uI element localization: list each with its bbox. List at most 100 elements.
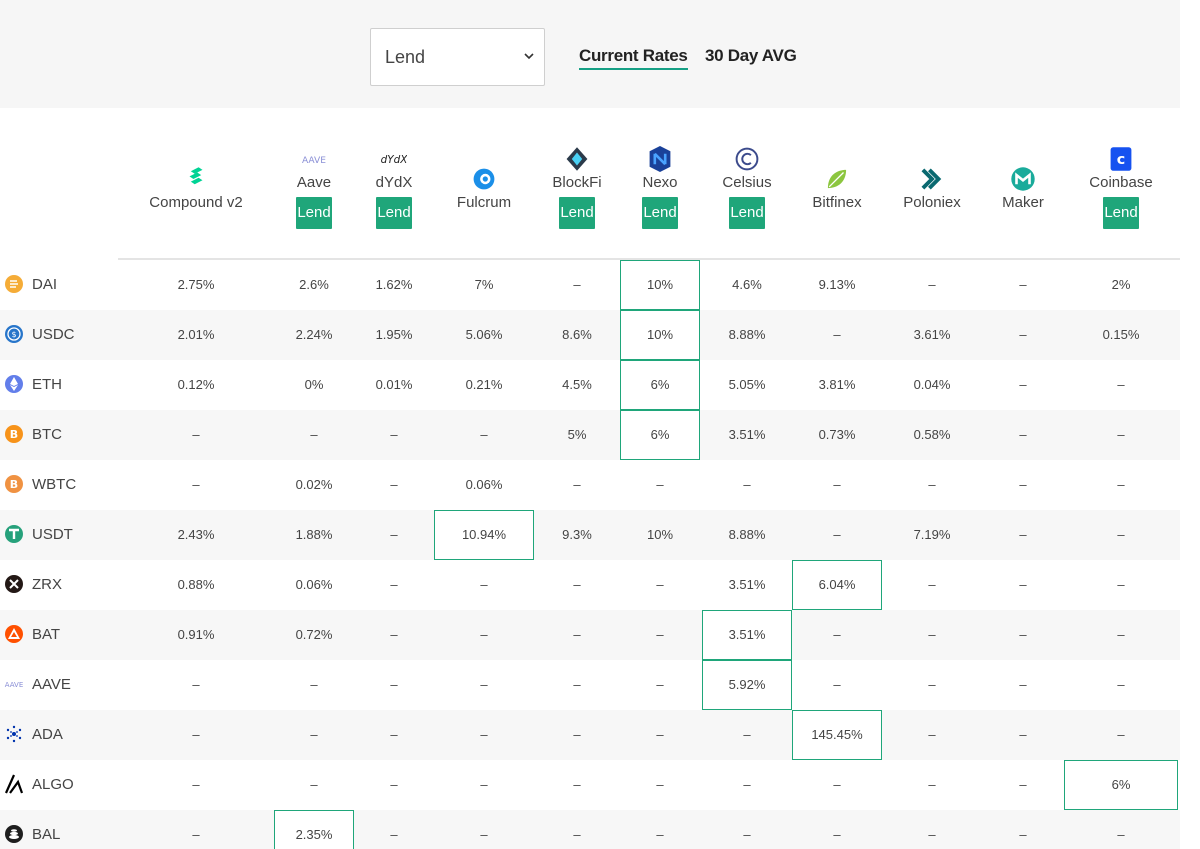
provider-coinbase: c Coinbase Lend: [1061, 144, 1181, 229]
coinbase-icon: c: [1110, 147, 1132, 171]
rate-cell: 5.06%: [465, 327, 503, 342]
ada-icon: [6, 725, 22, 743]
rate-cell: –: [1019, 377, 1027, 392]
tab-current-rates[interactable]: Current Rates: [579, 46, 688, 70]
rate-cell: 9.13%: [818, 277, 856, 292]
rate-cell: 0.15%: [1102, 327, 1140, 342]
rate-cell: –: [1117, 477, 1125, 492]
rate-cell: –: [192, 677, 200, 692]
table-row: BAT 0.91% 0.72% – – – – 3.51% – – – –: [0, 610, 1180, 660]
rate-cell: –: [833, 827, 841, 842]
rate-cell: –: [390, 727, 398, 742]
rate-cell: –: [928, 827, 936, 842]
lend-button[interactable]: Lend: [296, 197, 332, 229]
lend-button[interactable]: Lend: [642, 197, 678, 229]
rate-cell: 4.5%: [562, 377, 592, 392]
best-rate-cell: 10%: [620, 310, 700, 360]
rate-cell: 2.75%: [177, 277, 215, 292]
best-rate-cell: 6%: [620, 360, 700, 410]
rate-cell: –: [1117, 377, 1125, 392]
provider-name: Coinbase: [1089, 174, 1153, 191]
rate-cell: –: [1019, 727, 1027, 742]
svg-text:AAVE: AAVE: [302, 156, 326, 166]
tab-30-day-avg[interactable]: 30 Day AVG: [705, 46, 797, 66]
lend-button[interactable]: Lend: [559, 197, 595, 229]
rate-cell: –: [928, 677, 936, 692]
rate-cell: 0.58%: [913, 427, 951, 442]
table-row: ADA – – – – – – – 145.45% – – –: [0, 710, 1180, 760]
rate-cell: 9.3%: [562, 527, 592, 542]
btc-icon: B: [5, 425, 23, 443]
lend-button[interactable]: Lend: [1103, 197, 1139, 229]
bal-icon: [4, 824, 24, 844]
rate-cell: –: [310, 427, 318, 442]
best-rate-cell: 10%: [620, 260, 700, 310]
rate-cell: –: [192, 427, 200, 442]
rate-cell: –: [1019, 577, 1027, 592]
rate-cell: –: [1117, 527, 1125, 542]
rate-cell: –: [833, 777, 841, 792]
svg-text:$: $: [11, 330, 16, 339]
wbtc-icon: B: [4, 474, 24, 494]
best-rate-cell: 2.35%: [274, 810, 354, 849]
table-row: ZRX 0.88% 0.06% – – – – 3.51% 6.04% – – –: [0, 560, 1180, 610]
rate-cell: –: [480, 627, 488, 642]
rate-cell: –: [928, 277, 936, 292]
rate-cell: –: [573, 577, 581, 592]
rate-cell: –: [390, 577, 398, 592]
best-rate-cell: 6%: [620, 410, 700, 460]
rate-cell: –: [1019, 427, 1027, 442]
asset-name: AAVE: [32, 676, 71, 693]
rate-cell: 1.62%: [375, 277, 413, 292]
best-rate-cell: 6%: [1064, 760, 1178, 810]
algo-icon: [4, 774, 24, 794]
asset-name: ADA: [32, 726, 63, 743]
table-row: $ USDC 2.01% 2.24% 1.95% 5.06% 8.6% 10% 8.88% – 3.…: [0, 310, 1180, 360]
rate-cell: –: [573, 827, 581, 842]
lend-button[interactable]: Lend: [376, 197, 412, 229]
svg-text:AAVE: AAVE: [5, 681, 24, 689]
rate-cell: –: [928, 777, 936, 792]
rate-cell: 0%: [304, 377, 324, 392]
rate-cell: –: [480, 727, 488, 742]
rate-cell: –: [192, 477, 200, 492]
rate-cell: –: [390, 527, 398, 542]
rate-cell: –: [656, 777, 664, 792]
aave-icon: AAVE: [302, 156, 326, 166]
blockfi-icon: [566, 147, 588, 171]
rate-cell: –: [192, 727, 200, 742]
mode-select-value: Lend: [385, 47, 426, 67]
lend-button[interactable]: Lend: [729, 197, 765, 229]
rate-cell: –: [743, 477, 751, 492]
rate-cell: –: [390, 827, 398, 842]
rate-cell: 0.06%: [465, 477, 503, 492]
rate-cell: –: [928, 627, 936, 642]
rate-cell: –: [1117, 727, 1125, 742]
rate-cell: –: [573, 627, 581, 642]
rate-cell: 2.6%: [299, 277, 329, 292]
rate-cell: 2%: [1111, 277, 1131, 292]
rate-cell: –: [1019, 627, 1027, 642]
asset-name: BTC: [32, 426, 62, 443]
best-rate-cell: 6.04%: [792, 560, 882, 610]
rate-cell: –: [1117, 427, 1125, 442]
rate-cell: –: [310, 677, 318, 692]
wbtc-icon: B: [5, 475, 23, 493]
usdc-icon: $: [4, 324, 24, 344]
asset-name: ETH: [32, 376, 62, 393]
rate-cell: 0.73%: [818, 427, 856, 442]
asset-name: ZRX: [32, 576, 62, 593]
svg-text:dYdX: dYdX: [381, 154, 407, 166]
table-row: AAVE AAVE – – – – – – 5.92% – – – –: [0, 660, 1180, 710]
rate-cell: 1.95%: [375, 327, 413, 342]
usdc-icon: $: [5, 325, 23, 343]
zrx-icon: [5, 575, 23, 593]
mode-select[interactable]: Lend: [370, 28, 545, 86]
eth-icon: [5, 375, 23, 393]
rate-cell: –: [656, 577, 664, 592]
zrx-icon: [4, 574, 24, 594]
eth-icon: [4, 374, 24, 394]
rate-cell: –: [1019, 527, 1027, 542]
rate-cell: 5%: [567, 427, 587, 442]
rate-cell: –: [480, 577, 488, 592]
